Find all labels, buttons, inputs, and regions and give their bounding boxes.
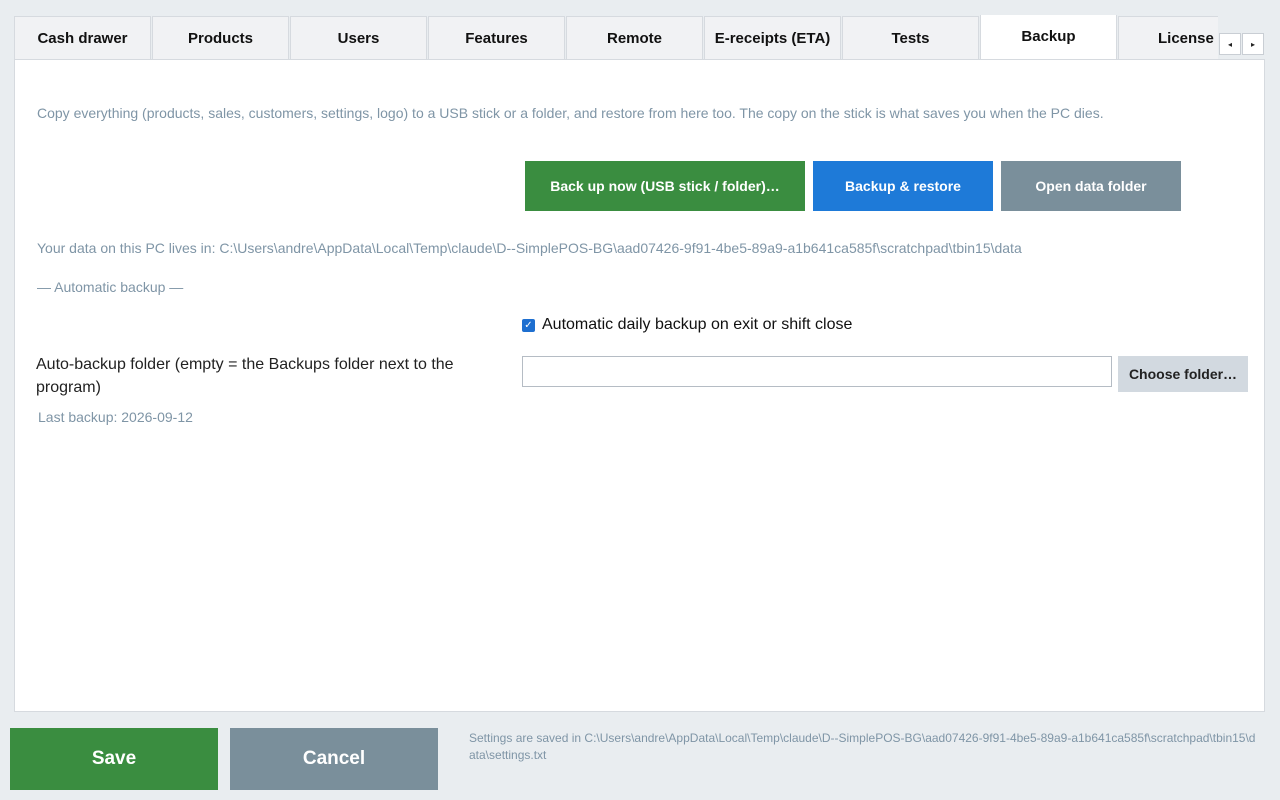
tab-products[interactable]: Products [152, 16, 289, 60]
auto-backup-folder-label: Auto-backup folder (empty = the Backups … [36, 356, 454, 396]
backup-description: Copy everything (products, sales, custom… [37, 105, 1104, 121]
backup-restore-button[interactable]: Backup & restore [813, 161, 993, 211]
backup-now-button[interactable]: Back up now (USB stick / folder)… [525, 161, 805, 211]
data-path-text: Your data on this PC lives in: C:\Users\… [37, 240, 1022, 256]
save-button[interactable]: Save [10, 728, 218, 790]
tab-scroll-controls: ◂ ▸ [1219, 33, 1265, 55]
tab-scroll-right-icon[interactable]: ▸ [1242, 33, 1264, 55]
choose-folder-button[interactable]: Choose folder… [1118, 356, 1248, 392]
settings-tab-bar: Cash drawer Products Users Features Remo… [14, 15, 1218, 60]
tab-license[interactable]: License [1118, 16, 1218, 60]
tab-remote[interactable]: Remote [566, 16, 703, 60]
tab-backup[interactable]: Backup [980, 15, 1117, 60]
settings-saved-info: Settings are saved in C:\Users\andre\App… [469, 731, 1256, 762]
auto-daily-backup-row: ✓ Automatic daily backup on exit or shif… [522, 316, 852, 334]
auto-backup-folder-input[interactable] [522, 356, 1112, 387]
open-data-folder-button[interactable]: Open data folder [1001, 161, 1181, 211]
tab-scroll-left-icon[interactable]: ◂ [1219, 33, 1241, 55]
tab-tests[interactable]: Tests [842, 16, 979, 60]
cancel-button[interactable]: Cancel [230, 728, 438, 790]
tab-cash-drawer[interactable]: Cash drawer [14, 16, 151, 60]
auto-daily-backup-label: Automatic daily backup on exit or shift … [542, 316, 853, 333]
tab-e-receipts[interactable]: E-receipts (ETA) [704, 16, 841, 60]
last-backup-text: Last backup: 2026-09-12 [38, 409, 193, 425]
auto-daily-backup-checkbox[interactable]: ✓ [522, 318, 535, 332]
backup-panel: Copy everything (products, sales, custom… [14, 59, 1265, 712]
tab-users[interactable]: Users [290, 16, 427, 60]
automatic-backup-section-title: — Automatic backup — [37, 279, 184, 295]
tab-features[interactable]: Features [428, 16, 565, 60]
